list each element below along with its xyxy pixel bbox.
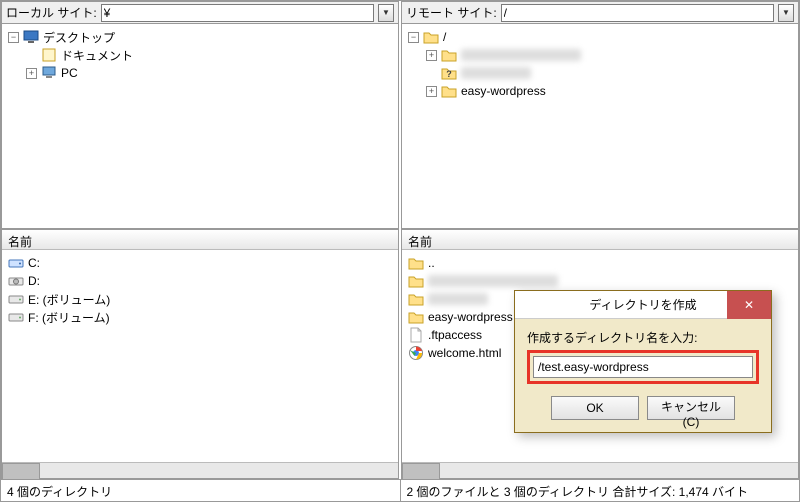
dialog-body: 作成するディレクトリ名を入力: OK キャンセル(C): [515, 319, 771, 432]
expand-icon[interactable]: +: [426, 50, 437, 61]
directory-name-input[interactable]: [533, 356, 753, 378]
list-item[interactable]: D:: [8, 272, 394, 290]
list-label: ..: [428, 256, 435, 270]
remote-site-label: リモート サイト:: [406, 4, 497, 21]
remote-tree-panel: リモート サイト: ▼ − / +: [401, 1, 799, 229]
tree-label: /: [443, 30, 446, 44]
list-item[interactable]: E: (ボリューム): [8, 290, 394, 308]
remote-list-panel: 名前 .. easy-wordpress: [401, 229, 799, 479]
ok-button[interactable]: OK: [551, 396, 639, 420]
drive-icon: [8, 291, 24, 307]
dialog-buttons: OK キャンセル(C): [527, 396, 759, 420]
list-label: easy-wordpress: [428, 310, 513, 324]
remote-status: 2 個のファイルと 3 個のディレクトリ 合計サイズ: 1,474 バイト: [400, 480, 800, 501]
blurred-label: [428, 275, 558, 287]
local-tree[interactable]: − デスクトップ ドキュメント + PC: [2, 24, 398, 228]
local-site-header: ローカル サイト: ▼: [2, 2, 398, 24]
remote-path-dropdown[interactable]: ▼: [778, 4, 794, 22]
local-site-label: ローカル サイト:: [6, 4, 97, 21]
cancel-button[interactable]: キャンセル(C): [647, 396, 735, 420]
remote-site-header: リモート サイト: ▼: [402, 2, 798, 24]
dialog-label: 作成するディレクトリ名を入力:: [527, 329, 759, 346]
local-file-list[interactable]: C: D: E: (ボリューム) F: (ボリューム): [2, 250, 398, 462]
pc-icon: [41, 65, 57, 81]
remote-tree[interactable]: − / + + easy-wordpress: [402, 24, 798, 228]
blurred-label: [461, 49, 581, 61]
ftp-app: ローカル サイト: ▼ − デスクトップ ドキュメント +: [0, 0, 800, 502]
folder-icon: [423, 29, 439, 45]
list-label: F: (ボリューム): [28, 309, 110, 326]
bottom-row: 名前 C: D: E: (ボリューム) F: (ボリューム): [1, 229, 799, 479]
local-status: 4 個のディレクトリ: [1, 480, 400, 501]
tree-node-documents[interactable]: ドキュメント: [8, 46, 394, 64]
list-item-up[interactable]: ..: [408, 254, 794, 272]
local-tree-panel: ローカル サイト: ▼ − デスクトップ ドキュメント +: [1, 1, 399, 229]
tree-node[interactable]: [408, 64, 794, 82]
tree-label: ドキュメント: [61, 47, 133, 64]
file-icon: [408, 327, 424, 343]
remote-name-column[interactable]: 名前: [402, 230, 798, 250]
folder-icon: [408, 255, 424, 271]
top-row: ローカル サイト: ▼ − デスクトップ ドキュメント +: [1, 1, 799, 229]
remote-path-input[interactable]: [501, 4, 774, 22]
list-item[interactable]: F: (ボリューム): [8, 308, 394, 326]
dialog-title-bar[interactable]: ディレクトリを作成 ✕: [515, 291, 771, 319]
unknown-folder-icon: [441, 65, 457, 81]
dialog-input-highlight: [527, 350, 759, 384]
tree-node-pc[interactable]: + PC: [8, 64, 394, 82]
dialog-title: ディレクトリを作成: [589, 296, 696, 313]
tree-node-root[interactable]: − /: [408, 28, 794, 46]
documents-icon: [41, 47, 57, 63]
expand-icon[interactable]: +: [426, 86, 437, 97]
local-path-input[interactable]: [101, 4, 374, 22]
local-list-panel: 名前 C: D: E: (ボリューム) F: (ボリューム): [1, 229, 399, 479]
folder-icon: [441, 47, 457, 63]
list-label: D:: [28, 274, 40, 288]
create-directory-dialog: ディレクトリを作成 ✕ 作成するディレクトリ名を入力: OK キャンセル(C): [514, 290, 772, 433]
chrome-icon: [408, 345, 424, 361]
drive-odd-icon: [8, 273, 24, 289]
list-label: C:: [28, 256, 40, 270]
tree-label: PC: [61, 66, 78, 80]
tree-node-easywp[interactable]: + easy-wordpress: [408, 82, 794, 100]
folder-icon: [408, 273, 424, 289]
collapse-icon[interactable]: −: [408, 32, 419, 43]
local-name-column[interactable]: 名前: [2, 230, 398, 250]
expand-icon[interactable]: +: [26, 68, 37, 79]
local-path-dropdown[interactable]: ▼: [378, 4, 394, 22]
tree-node[interactable]: +: [408, 46, 794, 64]
list-item[interactable]: [408, 272, 794, 290]
blurred-label: [461, 67, 531, 79]
folder-icon: [441, 83, 457, 99]
drive-sys-icon: [8, 255, 24, 271]
collapse-icon[interactable]: −: [8, 32, 19, 43]
folder-icon: [408, 291, 424, 307]
tree-label: easy-wordpress: [461, 84, 546, 98]
list-item[interactable]: C:: [8, 254, 394, 272]
drive-icon: [8, 309, 24, 325]
close-button[interactable]: ✕: [727, 291, 771, 319]
horizontal-scrollbar[interactable]: [402, 462, 798, 478]
folder-icon: [408, 309, 424, 325]
tree-node-desktop[interactable]: − デスクトップ: [8, 28, 394, 46]
blurred-label: [428, 293, 488, 305]
list-label: .ftpaccess: [428, 328, 482, 342]
list-label: welcome.html: [428, 346, 501, 360]
status-bar: 4 個のディレクトリ 2 個のファイルと 3 個のディレクトリ 合計サイズ: 1…: [1, 479, 799, 501]
list-label: E: (ボリューム): [28, 291, 110, 308]
tree-label: デスクトップ: [43, 29, 115, 46]
horizontal-scrollbar[interactable]: [2, 462, 398, 478]
desktop-icon: [23, 29, 39, 45]
